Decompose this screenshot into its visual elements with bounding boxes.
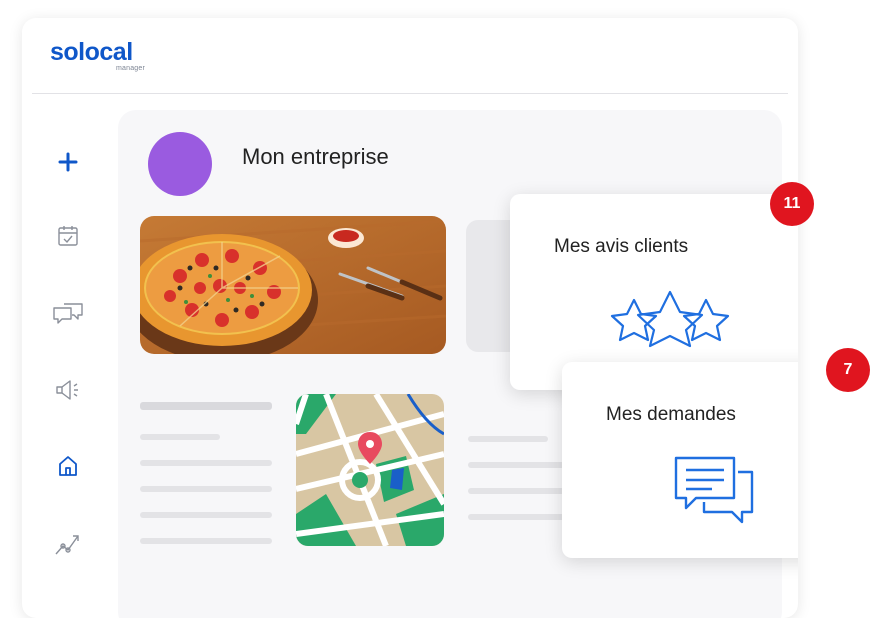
sidebar-item-messages[interactable] xyxy=(52,298,84,330)
sidebar-item-statistics[interactable] xyxy=(52,528,84,560)
trend-chart-icon xyxy=(55,535,79,555)
app-window: solocal manager Mon entreprise Mes avis … xyxy=(22,18,798,618)
placeholder-line xyxy=(140,434,220,440)
reviews-count-badge: 11 xyxy=(770,182,814,226)
stars-icon xyxy=(610,290,730,348)
sidebar-item-calendar[interactable] xyxy=(52,220,84,252)
requests-count-badge: 7 xyxy=(826,348,870,392)
megaphone-icon xyxy=(56,380,78,400)
map-thumbnail xyxy=(296,394,444,546)
solocal-logo[interactable]: solocal manager xyxy=(50,40,145,73)
logo-text: solocal xyxy=(50,40,133,65)
sidebar-item-home[interactable] xyxy=(52,450,84,482)
requests-title: Mes demandes xyxy=(606,404,736,425)
logo-subtitle: manager xyxy=(116,65,146,72)
placeholder-line xyxy=(140,512,272,518)
business-avatar xyxy=(148,132,212,196)
requests-card[interactable]: Mes demandes xyxy=(562,362,798,558)
business-name: Mon entreprise xyxy=(242,144,389,169)
placeholder-line xyxy=(140,538,272,544)
placeholder-line xyxy=(468,488,568,494)
plus-icon xyxy=(58,152,78,172)
sidebar-item-add[interactable] xyxy=(52,146,84,178)
logo-brand-part1: solo xyxy=(50,38,100,66)
logo-brand-part2: cal xyxy=(99,38,133,66)
pizza-photo xyxy=(140,216,446,354)
placeholder-line xyxy=(468,436,548,442)
reviews-title: Mes avis clients xyxy=(554,236,689,257)
placeholder-line xyxy=(468,462,568,468)
placeholder-line xyxy=(140,460,272,466)
chat-bubbles-icon xyxy=(53,303,83,324)
placeholder-line xyxy=(468,514,568,520)
reviews-card[interactable]: Mes avis clients xyxy=(510,194,798,390)
calendar-check-icon xyxy=(58,226,78,246)
sidebar-item-campaigns[interactable] xyxy=(52,374,84,406)
home-icon xyxy=(59,456,77,476)
header-divider xyxy=(32,93,788,94)
placeholder-line xyxy=(140,486,272,492)
messages-icon xyxy=(674,456,754,524)
placeholder-line xyxy=(140,402,272,410)
